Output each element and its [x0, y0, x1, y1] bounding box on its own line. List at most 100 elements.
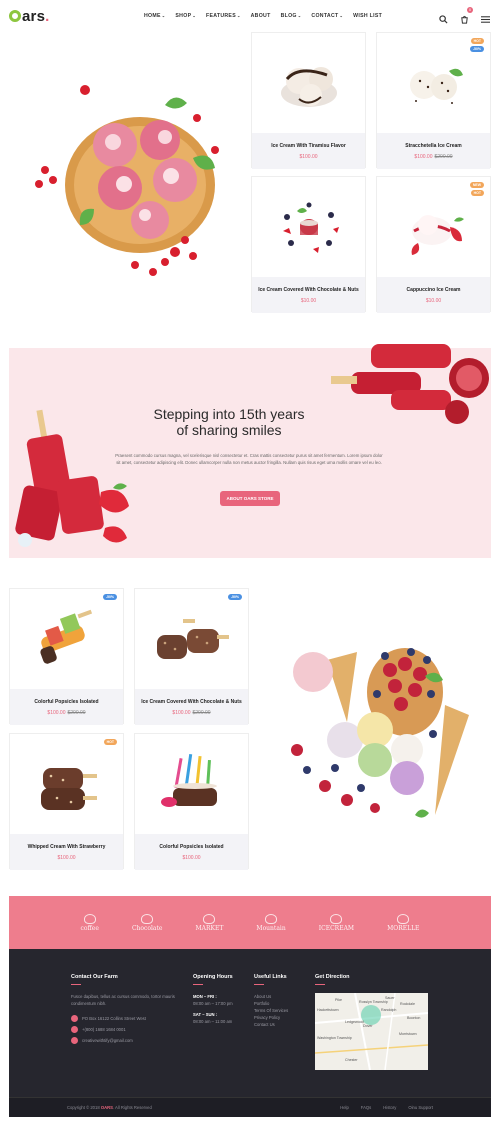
footer-bottom-link[interactable]: Oinu Support [408, 1105, 433, 1110]
location-icon [71, 1015, 78, 1022]
product-card[interactable]: -50% Ice Cream Covered With Chocolate & … [134, 588, 249, 725]
product-info: Stracchetella Ice Cream $100.00 $200.00 [377, 133, 490, 169]
product-name[interactable]: Ice Cream With Tiramisu Flavor [252, 143, 365, 149]
brand-logo[interactable]: MORELLE [387, 913, 419, 932]
footer-contact: Contact Our Farm Fusce dapibus, tellus a… [71, 974, 181, 1044]
product-card[interactable]: Colorful Popsicles Isolated $100.00 [134, 733, 249, 870]
about-store-button[interactable]: ABOUT OARS STORE [220, 491, 280, 506]
product-card[interactable]: Ice Cream With Tiramisu Flavor $100.00 [251, 32, 366, 169]
badge-sale: -50% [102, 594, 117, 600]
brand-emblem-icon [141, 913, 154, 924]
contact-email[interactable]: creativewithtify@gmail.com [71, 1037, 181, 1044]
product-name[interactable]: Ice Cream Covered With Chocolate & Nuts [135, 699, 248, 705]
popsicles-pomegranate-image [331, 344, 489, 424]
site-footer: Contact Our Farm Fusce dapibus, tellus a… [9, 949, 491, 1117]
product-card[interactable]: NEW HOT Cappuccino Ice Cream $10.00 [376, 176, 491, 313]
svg-text:Morristown: Morristown [399, 1032, 417, 1036]
product-image [10, 589, 123, 689]
svg-text:Washington Township: Washington Township [317, 1036, 352, 1040]
product-image [135, 734, 248, 834]
copyright-text: Copyright © 2018 OARS. All Rights Reserv… [67, 1105, 152, 1110]
hours-days: MON – FRI : [193, 994, 217, 999]
logo-o-mark [9, 10, 21, 22]
nav-item-contact[interactable]: CONTACT⌄ [311, 13, 343, 19]
footer-heading: Opening Hours [193, 974, 233, 980]
brand-emblem-icon [203, 913, 216, 924]
product-name[interactable]: Stracchetella Ice Cream [377, 143, 490, 149]
heading-underline [71, 984, 81, 985]
hero-icecream-image [25, 80, 250, 280]
product-price: $100.00 $200.00 [172, 710, 211, 716]
product-price: $100.00 [299, 154, 318, 160]
product-price: $100.00 [182, 855, 201, 861]
nav-item-home[interactable]: HOME⌄ [144, 13, 165, 19]
footer-heading: Useful Links [254, 974, 287, 980]
nav-item-about[interactable]: ABOUT [251, 13, 271, 19]
product-card[interactable]: HOT -50% Stracchetella Ice Cream $100.00… [376, 32, 491, 169]
brand-logo[interactable]: coffee [81, 913, 99, 932]
footer-heading: Get Direction [315, 974, 350, 980]
svg-text:Randolph: Randolph [381, 1008, 396, 1012]
menu-icon[interactable] [481, 11, 490, 23]
product-price: $100.00 [57, 855, 76, 861]
story-section: Stepping into 15th years of sharing smile… [9, 344, 491, 558]
product-name[interactable]: Whipped Cream With Strawberry [10, 844, 123, 850]
hours-time: 08:00 am – 17:00 pm [193, 1001, 233, 1006]
product-info: Cappuccino Ice Cream $10.00 [377, 277, 490, 313]
svg-text:Sauer: Sauer [385, 996, 395, 1000]
footer-link[interactable]: Terms Of Services [254, 1007, 309, 1014]
footer-bottom-link[interactable]: FAQs [361, 1105, 371, 1110]
badge-hot: HOT [103, 739, 117, 745]
brand-logo[interactable]: Chocolate [132, 913, 162, 932]
brand-logo[interactable]: MARKET [196, 913, 223, 932]
contact-phone[interactable]: +(800) 1688 1684 0001 [71, 1026, 181, 1033]
product-info: Colorful Popsicles Isolated $100.00 [135, 834, 248, 870]
product-card[interactable]: HOT Whipped Cream With Strawberry $100.0… [9, 733, 124, 870]
footer-hours: Opening Hours MON – FRI : 08:00 am – 17:… [193, 974, 253, 1025]
search-icon[interactable] [439, 11, 448, 24]
brand-logos-band: coffee Chocolate MARKET Mountain ICECREA… [9, 896, 491, 949]
nav-item-shop[interactable]: SHOP⌄ [175, 13, 196, 19]
brand-emblem-icon [265, 913, 278, 924]
copyright-links: Help FAQs History Oinu Support [340, 1105, 433, 1110]
product-price: $100.00 $200.00 [47, 710, 86, 716]
badge-hot: HOT [470, 38, 484, 44]
product-info: Ice Cream Covered With Chocolate & Nuts … [135, 689, 248, 725]
logo[interactable]: ars. [9, 8, 50, 25]
badge-new: NEW [469, 182, 484, 188]
footer-link[interactable]: Portfolio [254, 1000, 309, 1007]
nav-item-features[interactable]: FEATURES⌄ [206, 13, 241, 19]
logo-text: ars [22, 8, 46, 25]
brand-emblem-icon [397, 913, 410, 924]
product-price: $100.00 $200.00 [414, 154, 453, 160]
main-nav: HOME⌄ SHOP⌄ FEATURES⌄ ABOUT BLOG⌄ CONTAC… [144, 13, 382, 19]
nav-item-wish-list[interactable]: WISH LIST [353, 13, 382, 19]
svg-text:Dover: Dover [363, 1024, 373, 1028]
footer-link[interactable]: Contact Us [254, 1021, 309, 1028]
cart-icon[interactable]: 0 [460, 7, 473, 24]
footer-bottom-link[interactable]: History [383, 1105, 396, 1110]
product-name[interactable]: Colorful Popsicles Isolated [10, 699, 123, 705]
nav-item-blog[interactable]: BLOG⌄ [281, 13, 302, 19]
story-body: Praesent commodo cursus magna, vel scele… [115, 453, 383, 465]
product-name[interactable]: Ice Cream Covered With Chocolate & Nuts [252, 287, 365, 293]
product-name[interactable]: Colorful Popsicles Isolated [135, 844, 248, 850]
cart-count-badge: 0 [467, 7, 473, 13]
product-info: Colorful Popsicles Isolated $100.00 $200.… [10, 689, 123, 725]
product-card[interactable]: -50% Colorful Popsicles Isolated $100.00… [9, 588, 124, 725]
svg-text:Boonton: Boonton [407, 1016, 420, 1020]
footer-heading: Contact Our Farm [71, 974, 118, 980]
footer-link[interactable]: About Us [254, 993, 309, 1000]
brand-logo[interactable]: Mountain [256, 913, 286, 932]
product-card[interactable]: Ice Cream Covered With Chocolate & Nuts … [251, 176, 366, 313]
brand-logo[interactable]: ICECREAM [319, 913, 354, 932]
footer-bottom-link[interactable]: Help [340, 1105, 349, 1110]
contact-text: Fusce dapibus, tellus ac cursus commodo,… [71, 994, 175, 1006]
header-icons: 0 [439, 7, 490, 24]
badge-sale: -50% [227, 594, 242, 600]
svg-text:Ledgewood: Ledgewood [345, 1020, 364, 1024]
location-map[interactable]: Rosslyn Township Pike Sauer Rockdale Hac… [315, 993, 428, 1070]
hours-days: SAT – SUN : [193, 1012, 218, 1017]
footer-link[interactable]: Privacy Policy [254, 1014, 309, 1021]
product-name[interactable]: Cappuccino Ice Cream [377, 287, 490, 293]
